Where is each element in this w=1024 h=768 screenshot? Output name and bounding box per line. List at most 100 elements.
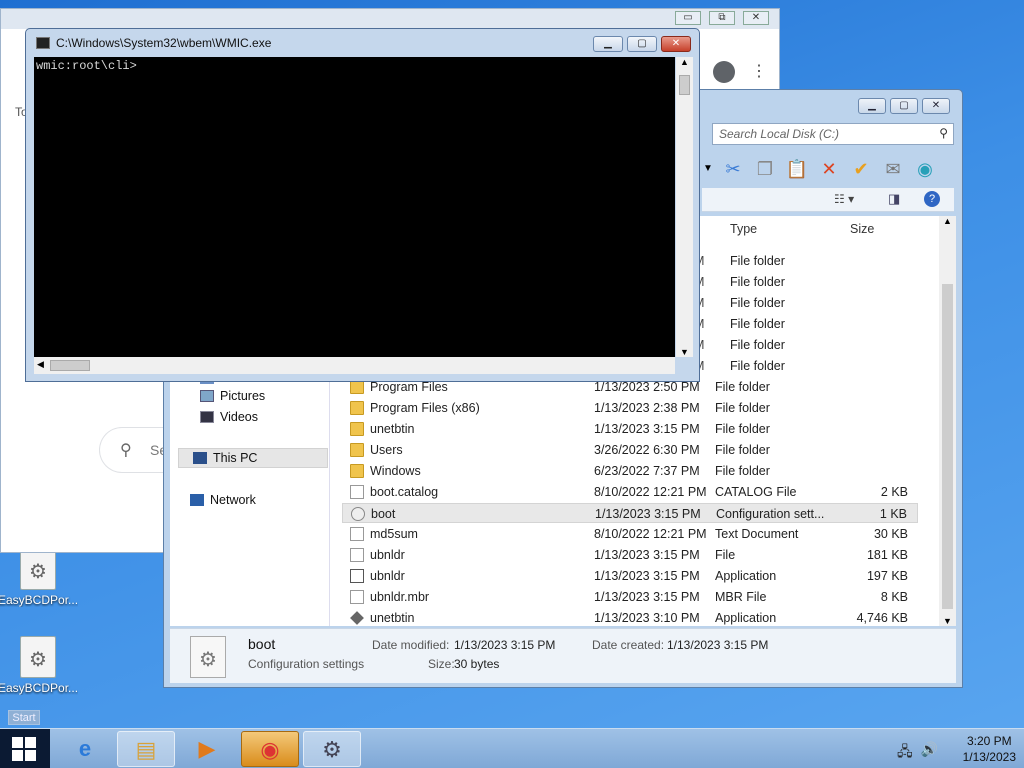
desktop-icon-easybcd-2[interactable]: EasyBCDPor... [0, 636, 78, 695]
copy-icon[interactable]: ❐ [752, 157, 778, 181]
date-modified-label: Date modified: [372, 638, 450, 652]
settings-file-icon [20, 636, 56, 678]
column-header-type[interactable]: Type [730, 222, 757, 236]
cut-icon[interactable]: ✂ [720, 157, 746, 181]
maximize-button[interactable]: ▢ [627, 36, 657, 52]
file-date: 1/13/2023 2:50 PM [594, 380, 700, 394]
file-row[interactable]: unetbtin 1/13/2023 3:10 PM Application 4,74… [342, 608, 918, 628]
console-horizontal-scrollbar[interactable]: ◀ [34, 357, 675, 374]
file-row[interactable]: boot 1/13/2023 3:15 PM Configuration sett.… [342, 503, 918, 523]
clock[interactable]: 3:20 PM 1/13/2023 [963, 733, 1016, 765]
folder-icon [350, 464, 364, 478]
file-size: 2 KB [880, 485, 908, 499]
file-row[interactable]: Users 3/26/2022 6:30 PM File folder [342, 440, 918, 460]
file-name: md5sum [370, 527, 418, 541]
checkmark-icon[interactable]: ✔ [848, 157, 874, 181]
nav-label: Videos [220, 410, 258, 424]
folder-icon [350, 443, 364, 457]
file-type: Text Document [715, 527, 799, 541]
file-type: Application [715, 611, 777, 625]
desktop-icon-easybcd-1[interactable]: EasyBCDPor... [0, 548, 78, 607]
file-date: 8/10/2022 12:21 PM [594, 527, 707, 541]
nav-item-network[interactable]: Network [190, 490, 256, 510]
file-row[interactable]: md5sum 8/10/2022 12:21 PM Text Document 30 … [342, 524, 918, 544]
nav-item-pictures[interactable]: Pictures [200, 386, 265, 406]
file-icon [350, 590, 364, 604]
windows-logo-icon [12, 737, 36, 761]
preview-pane-icon[interactable]: ◨ [888, 191, 900, 207]
minimize-button[interactable]: ▁ [858, 98, 886, 114]
scroll-up-icon[interactable]: ▲ [680, 57, 689, 67]
maximize-button[interactable]: ⧉ [709, 11, 735, 25]
file-explorer-taskbar-icon[interactable]: ▤ [117, 731, 175, 767]
nav-item-videos[interactable]: Videos [200, 407, 258, 427]
view-options-icon[interactable]: ☷ ▾ [834, 192, 854, 206]
wmic-console-window: C:\Windows\System32\wbem\WMIC.exe ▁ ▢ ✕ … [25, 28, 700, 382]
network-icon [190, 494, 204, 506]
pictures-icon [200, 390, 214, 402]
media-player-icon[interactable]: ▶ [178, 731, 236, 767]
desktop-icon-label: EasyBCDPor... [0, 593, 78, 607]
size-label: Size: [428, 657, 455, 671]
file-name: unetbtin [370, 611, 415, 625]
file-type: File folder [715, 422, 770, 436]
scrollbar-thumb[interactable] [50, 360, 90, 371]
file-type: File [715, 548, 736, 562]
file-row[interactable]: ubnldr 1/13/2023 3:15 PM File 181 KB [342, 545, 918, 565]
internet-explorer-icon[interactable]: e [56, 731, 114, 767]
console-output[interactable]: wmic:root\cli> [34, 57, 675, 357]
minimize-button[interactable]: ▭ [675, 11, 701, 25]
file-row[interactable]: boot.catalog 8/10/2022 12:21 PM CATALOG Fi… [342, 482, 918, 502]
scroll-up-icon[interactable]: ▲ [943, 216, 952, 226]
file-name: Program Files (x86) [370, 401, 480, 415]
file-row[interactable]: Program Files (x86) 1/13/2023 2:38 PM File… [342, 398, 918, 418]
start-button[interactable] [0, 729, 50, 768]
videos-icon [200, 411, 214, 423]
date-created-label: Date created: [592, 638, 665, 652]
rename-icon[interactable]: ✉ [880, 157, 906, 181]
file-size: 181 KB [866, 548, 908, 562]
console-icon [36, 37, 50, 49]
scroll-down-icon[interactable]: ▼ [680, 347, 689, 357]
console-vertical-scrollbar[interactable]: ▲ ▼ [676, 57, 693, 357]
shell-icon[interactable]: ◉ [912, 157, 938, 181]
file-size: 197 KB [866, 569, 908, 583]
delete-icon[interactable]: ✕ [816, 157, 842, 181]
vertical-scrollbar[interactable]: ▲ ▼ [939, 216, 956, 626]
close-button[interactable]: ✕ [922, 98, 950, 114]
file-row[interactable]: ubnldr 1/13/2023 3:15 PM Application 197 KB [342, 566, 918, 586]
setup-tool-taskbar-icon[interactable]: ⚙ [303, 731, 361, 767]
file-date: 1/13/2023 3:10 PM [594, 611, 700, 625]
network-icon[interactable]: 🖧 [897, 741, 913, 765]
volume-icon[interactable]: 🔊 [921, 741, 938, 765]
navigation-pane: Music Pictures Videos This PC Network [170, 371, 330, 626]
help-icon[interactable]: ? [924, 191, 940, 207]
maximize-button[interactable]: ▢ [890, 98, 918, 114]
column-header-size[interactable]: Size [850, 222, 874, 236]
file-row[interactable]: Windows 6/23/2022 7:37 PM File folder [342, 461, 918, 481]
file-row[interactable]: ubnldr.mbr 1/13/2023 3:15 PM MBR File 8 KB [342, 587, 918, 607]
close-button[interactable]: ✕ [661, 36, 691, 52]
folder-icon [350, 401, 364, 415]
scrollbar-thumb[interactable] [679, 75, 690, 95]
settings-file-icon [351, 507, 365, 521]
paste-icon[interactable]: 📋 [784, 157, 810, 181]
dropdown-icon[interactable]: ▼ [702, 157, 714, 181]
scroll-down-icon[interactable]: ▼ [943, 616, 952, 626]
scrollbar-thumb[interactable] [942, 284, 953, 609]
file-name: ubnldr [370, 569, 405, 583]
clock-time: 3:20 PM [966, 734, 1012, 748]
menu-icon[interactable]: ⋮ [751, 61, 767, 81]
nav-item-this-pc[interactable]: This PC [178, 448, 328, 468]
profile-icon[interactable] [713, 61, 735, 83]
chrome-taskbar-icon[interactable]: ◉ [241, 731, 299, 767]
file-row[interactable]: unetbtin 1/13/2023 3:15 PM File folder [342, 419, 918, 439]
type-cell: File folder [730, 296, 785, 310]
close-button[interactable]: ✕ [743, 11, 769, 25]
start-tooltip: Start [8, 710, 40, 725]
minimize-button[interactable]: ▁ [593, 36, 623, 52]
scroll-left-icon[interactable]: ◀ [37, 359, 44, 370]
console-prompt: wmic:root\cli> [36, 59, 137, 73]
search-input[interactable]: Search Local Disk (C:) ⚲ [712, 123, 954, 145]
file-size: 4,746 KB [856, 611, 908, 625]
